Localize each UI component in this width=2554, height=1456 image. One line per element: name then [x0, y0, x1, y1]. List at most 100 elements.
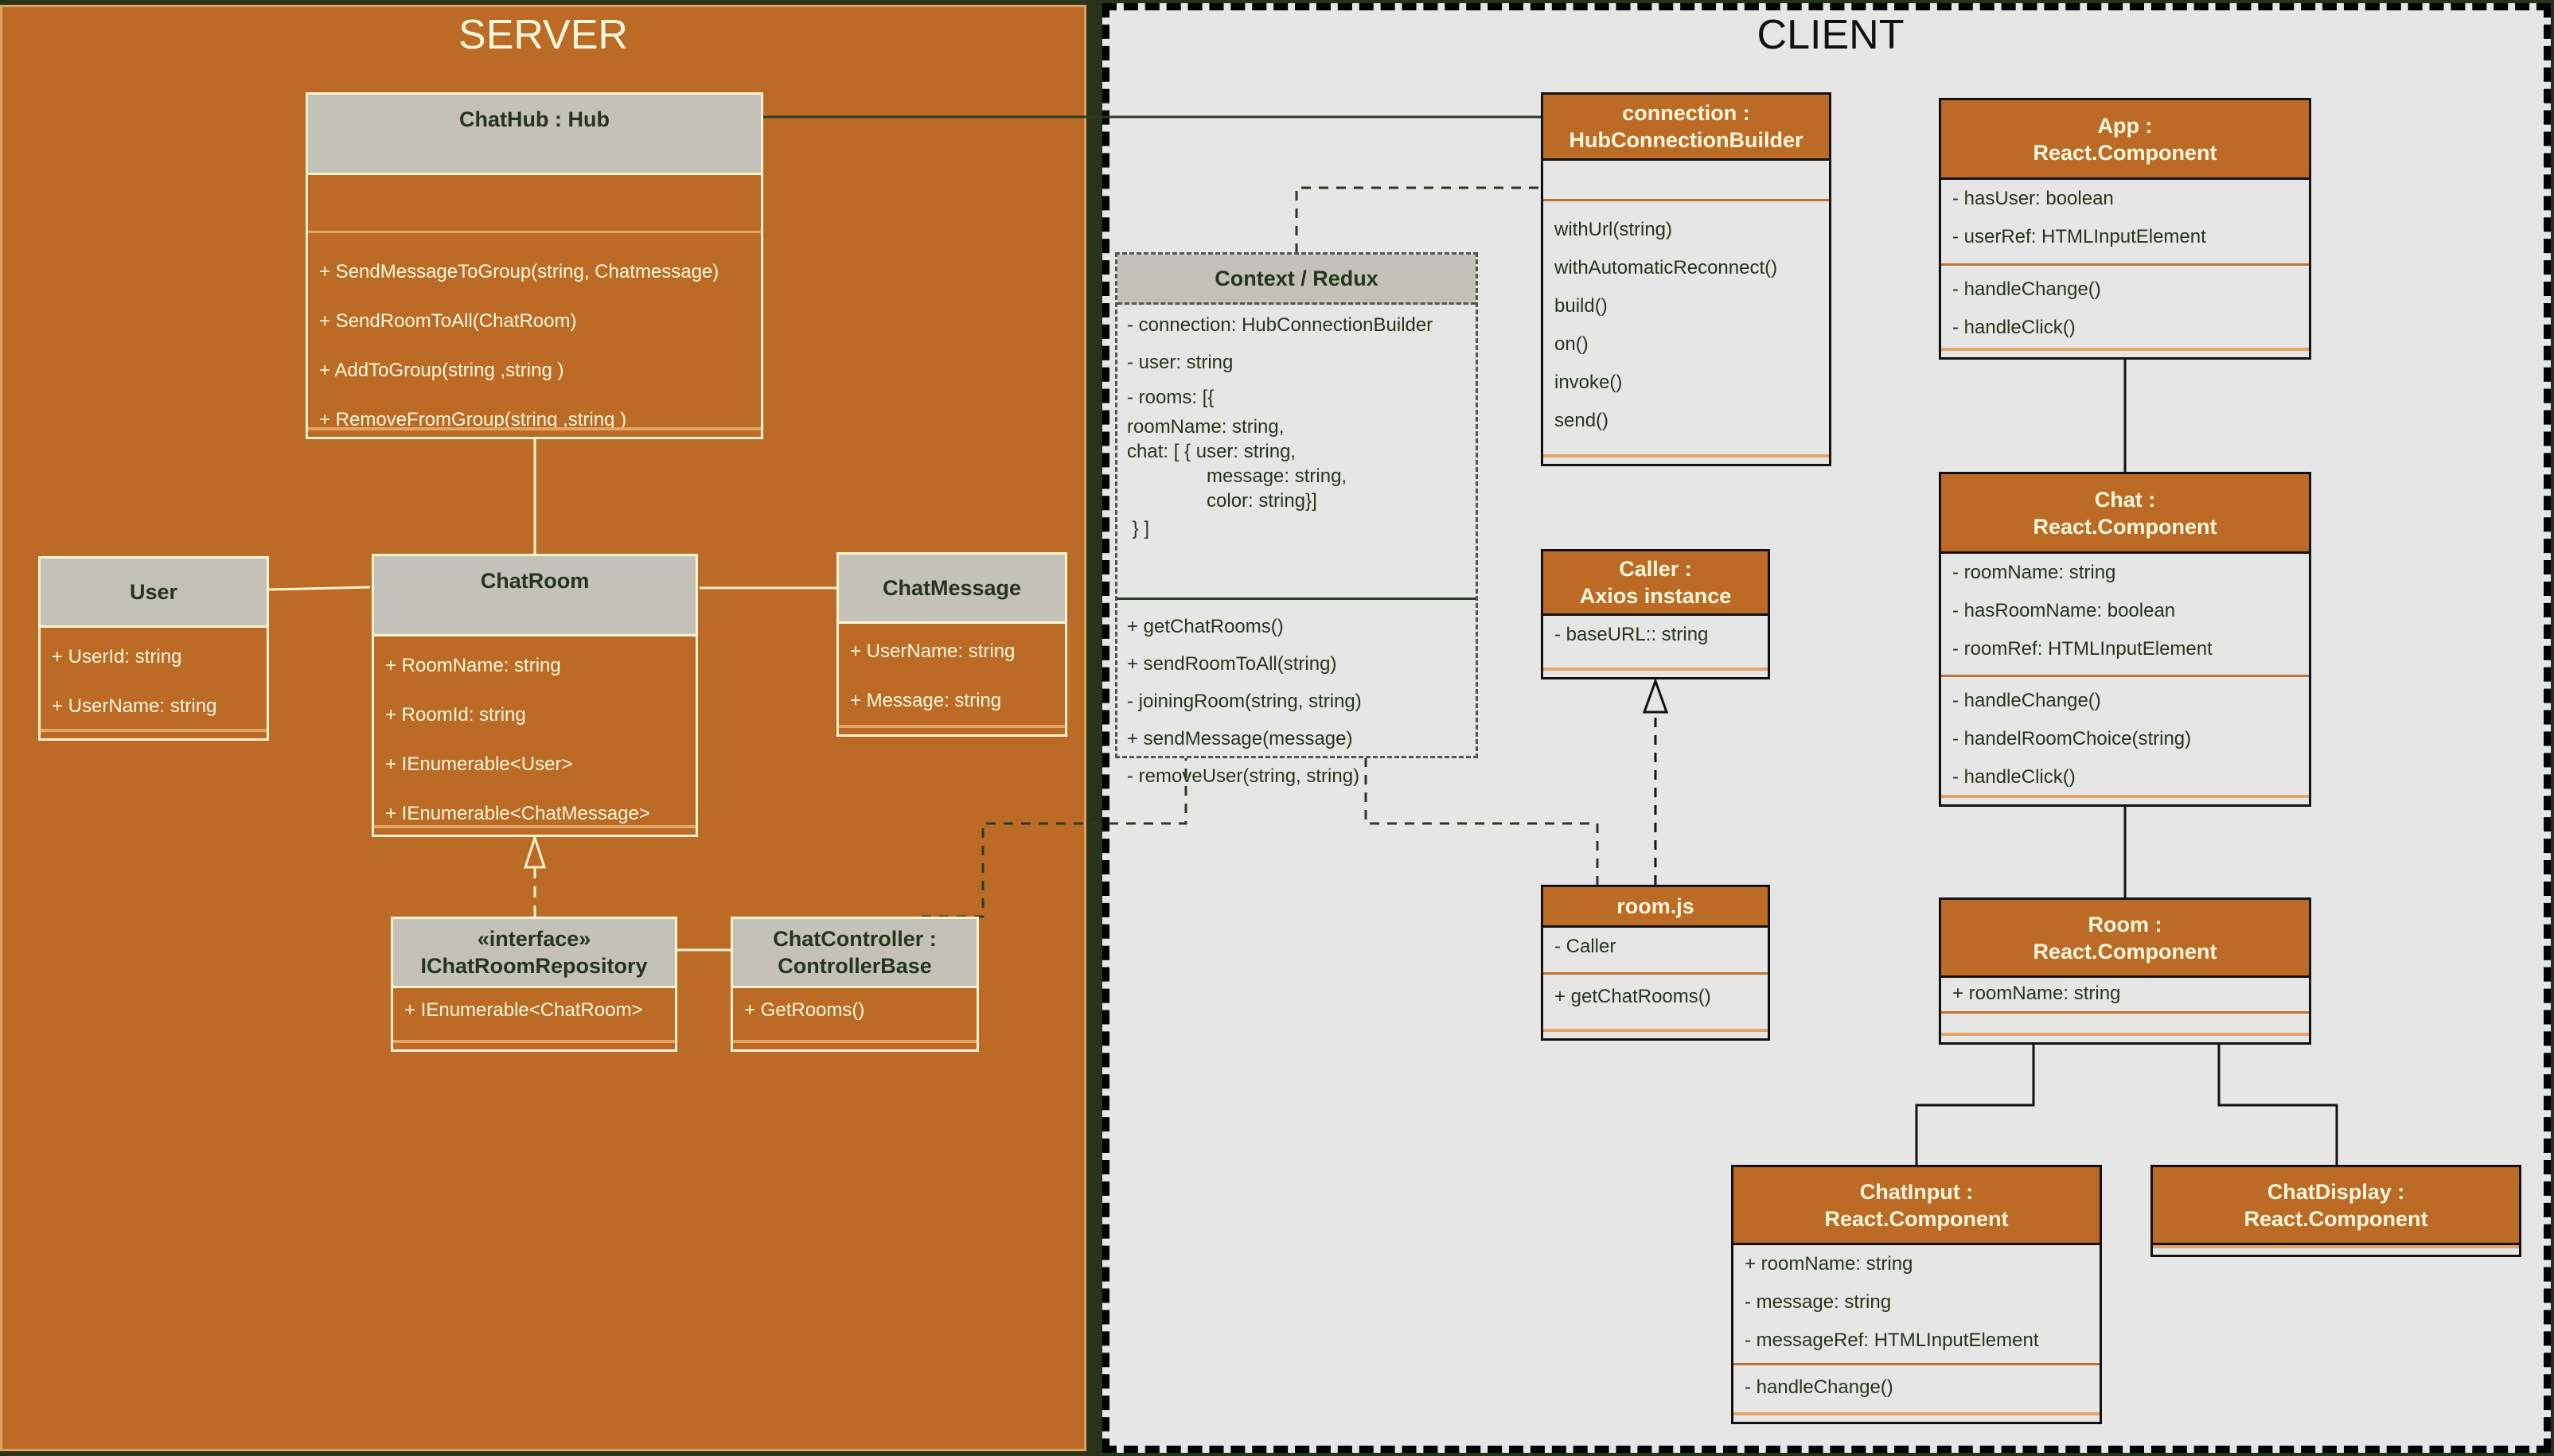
class-title: User — [129, 580, 178, 604]
method-row: + getChatRooms() — [1127, 616, 1284, 637]
attribute-row: - connection: HubConnectionBuilder — [1127, 314, 1433, 336]
class-title: ChatRoom — [480, 569, 590, 593]
class-title-line2: HubConnectionBuilder — [1569, 128, 1803, 152]
class-footer — [733, 1040, 977, 1049]
attribute-row: color: string}] — [1127, 490, 1317, 512]
class-room[interactable]: Room : React.Component + roomName: strin… — [1939, 897, 2311, 1045]
attribute-row: + IEnumerable<ChatRoom> — [404, 999, 643, 1021]
attribute-row: + roomName: string — [1745, 1253, 1913, 1275]
class-title-line2: React.Component — [2033, 939, 2217, 964]
attribute-row: + IEnumerable<User> — [385, 753, 573, 775]
class-ichatroomrepository[interactable]: «interface» IChatRoomRepository + IEnume… — [391, 917, 677, 1052]
methods-section: + getChatRooms() — [1543, 972, 1768, 1024]
method-row: + getChatRooms() — [1554, 986, 1711, 1007]
method-row: withAutomaticReconnect() — [1554, 257, 1778, 278]
method-row: - handelRoomChoice(string) — [1952, 728, 2192, 749]
class-app[interactable]: App : React.Component - hasUser: boolean… — [1939, 98, 2311, 360]
attribute-row: - rooms: [{ — [1127, 387, 1215, 408]
attribute-row: roomName: string, — [1127, 416, 1285, 438]
attribute-row: - roomRef: HTMLInputElement — [1952, 638, 2213, 660]
class-header: Context / Redux — [1117, 255, 1476, 305]
class-footer — [1941, 795, 2309, 804]
class-chatdisplay[interactable]: ChatDisplay : React.Component — [2150, 1165, 2521, 1257]
class-footer — [2153, 1245, 2519, 1255]
class-header: «interface» IChatRoomRepository — [393, 919, 675, 988]
attribute-row: + UserName: string — [52, 695, 217, 717]
attribute-row: - hasUser: boolean — [1952, 188, 2114, 209]
attributes-section: + IEnumerable<ChatRoom> — [393, 988, 675, 1037]
method-row: + sendMessage(message) — [1127, 728, 1353, 749]
class-footer — [41, 729, 267, 738]
class-footer — [1543, 454, 1829, 464]
attributes-section: + roomName: string — [1941, 978, 2309, 1011]
class-title: IChatRoomRepository — [420, 954, 648, 978]
attributes-section: + GetRooms() — [733, 988, 977, 1037]
attribute-row: + GetRooms() — [744, 999, 865, 1021]
class-title-line1: Chat : — [2094, 487, 2156, 512]
attribute-row: + Message: string — [850, 690, 1002, 711]
server-title: SERVER — [458, 12, 628, 58]
class-caller[interactable]: Caller : Axios instance - baseURL:: stri… — [1541, 549, 1770, 679]
method-row: + SendRoomToAll(ChatRoom) — [319, 310, 577, 332]
methods-section: withUrl(string) withAutomaticReconnect()… — [1543, 199, 1829, 448]
class-footer — [1543, 668, 1768, 677]
class-title-line2: ControllerBase — [778, 954, 932, 978]
class-title-line1: Room : — [2088, 912, 2162, 936]
class-header: ChatController : ControllerBase — [733, 919, 977, 988]
attributes-section — [1543, 161, 1829, 199]
class-footer — [1543, 1029, 1768, 1038]
method-row: + SendMessageToGroup(string, Chatmessage… — [319, 261, 719, 282]
class-title-line1: ChatInput : — [1859, 1179, 1974, 1204]
class-chatroom[interactable]: ChatRoom + RoomName: string + RoomId: st… — [372, 554, 698, 837]
class-context-redux[interactable]: Context / Redux - connection: HubConnect… — [1115, 252, 1478, 787]
method-row: + AddToGroup(string ,string ) — [319, 360, 564, 381]
class-title-line1: ChatController : — [773, 927, 937, 951]
class-header: ChatDisplay : React.Component — [2153, 1167, 2519, 1245]
class-roomjs[interactable]: room.js - Caller + getChatRooms() — [1541, 885, 1770, 1041]
class-title-line2: React.Component — [2244, 1206, 2428, 1231]
class-chat[interactable]: Chat : React.Component - roomName: strin… — [1939, 472, 2311, 807]
class-user[interactable]: User + UserId: string + UserName: string — [38, 556, 269, 741]
attribute-row: - hasRoomName: boolean — [1952, 600, 2176, 621]
class-chatmessage[interactable]: ChatMessage + UserName: string + Message… — [836, 552, 1067, 737]
attribute-row: } ] — [1127, 518, 1150, 539]
attribute-row: - baseURL:: string — [1554, 624, 1709, 645]
class-title-line2: React.Component — [2033, 514, 2217, 539]
method-row: - removeUser(string, string) — [1127, 765, 1360, 787]
class-footer — [393, 1040, 675, 1049]
attributes-section: - Caller — [1543, 928, 1768, 972]
methods-section: + getChatRooms() + sendRoomToAll(string)… — [1117, 598, 1476, 800]
class-footer — [308, 427, 761, 437]
method-row: invoke() — [1554, 372, 1623, 393]
class-header: User — [41, 559, 267, 628]
class-header: ChatInput : React.Component — [1733, 1167, 2100, 1245]
attributes-section: + UserId: string + UserName: string — [41, 628, 267, 739]
method-row: - handleChange() — [1952, 278, 2101, 300]
attributes-section: - connection: HubConnectionBuilder - use… — [1117, 305, 1476, 598]
attribute-row: - user: string — [1127, 352, 1234, 373]
class-connection[interactable]: connection : HubConnectionBuilder withUr… — [1541, 92, 1831, 466]
methods-section: + SendMessageToGroup(string, Chatmessage… — [308, 231, 761, 453]
class-title-line1: Caller : — [1619, 557, 1692, 581]
attribute-row: - roomName: string — [1952, 562, 2116, 583]
class-chatcontroller[interactable]: ChatController : ControllerBase + GetRoo… — [731, 917, 979, 1052]
attribute-row: message: string, — [1127, 465, 1347, 487]
attribute-row: - Caller — [1554, 936, 1616, 957]
class-title: ChatHub : Hub — [459, 107, 610, 131]
class-title-line1: connection : — [1622, 101, 1750, 125]
class-chathub[interactable]: ChatHub : Hub + SendMessageToGroup(strin… — [306, 92, 763, 439]
attribute-row: + UserName: string — [850, 640, 1016, 662]
class-header: Caller : Axios instance — [1543, 551, 1768, 616]
class-chatinput[interactable]: ChatInput : React.Component + roomName: … — [1731, 1165, 2102, 1424]
method-row: on() — [1554, 333, 1589, 355]
class-header: room.js — [1543, 887, 1768, 928]
class-header: Room : React.Component — [1941, 900, 2309, 978]
class-header: ChatMessage — [839, 555, 1065, 624]
attributes-section: - baseURL:: string — [1543, 616, 1768, 662]
class-title: Context / Redux — [1215, 267, 1378, 290]
class-footer — [839, 725, 1065, 734]
class-footer — [1941, 1033, 2309, 1042]
method-row: - handleChange() — [1952, 690, 2101, 711]
attribute-row: - messageRef: HTMLInputElement — [1745, 1329, 2039, 1351]
client-title: CLIENT — [1757, 12, 1905, 58]
